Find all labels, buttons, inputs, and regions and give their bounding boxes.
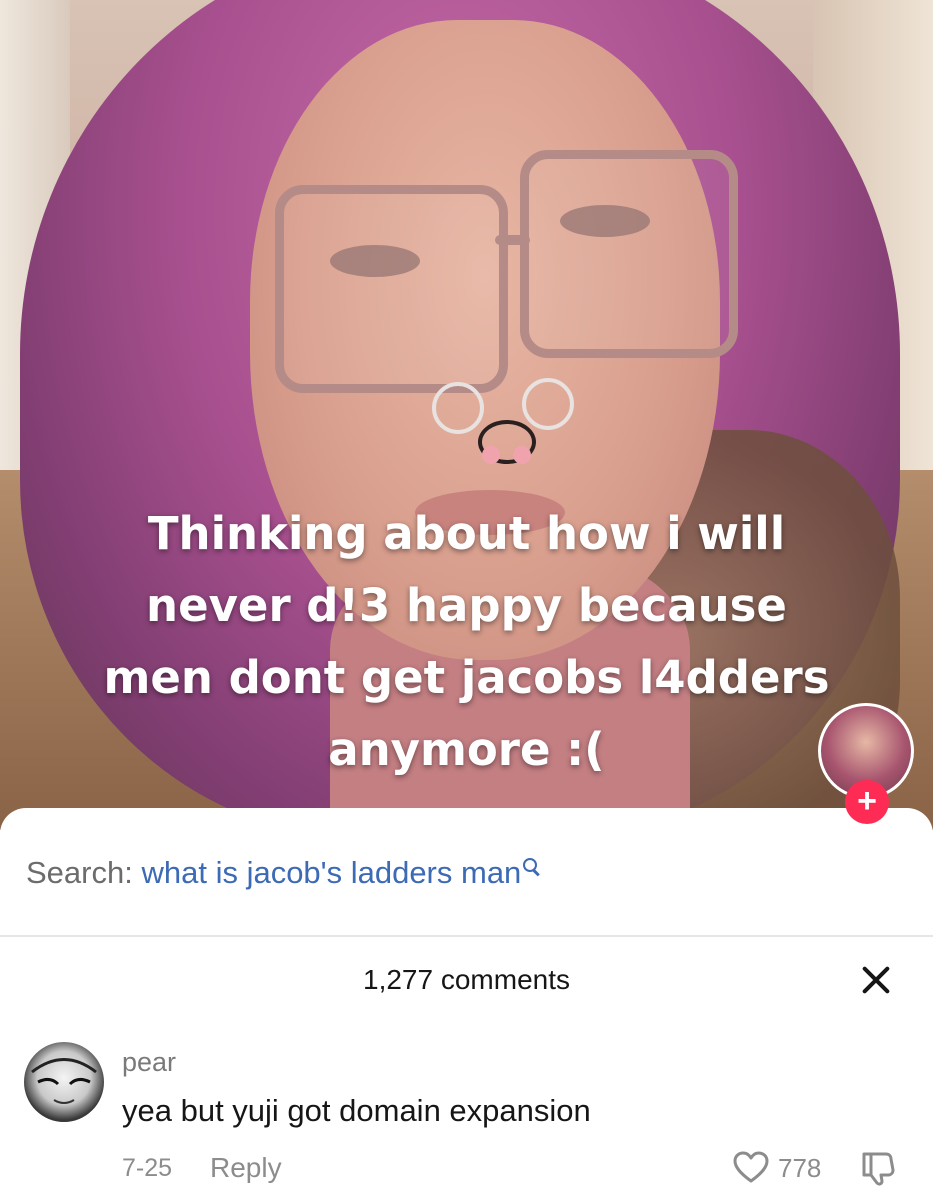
caption-line: anymore :( bbox=[328, 723, 605, 776]
dislike-icon[interactable] bbox=[858, 1148, 898, 1188]
commenter-avatar[interactable] bbox=[24, 1042, 104, 1122]
nose-ring bbox=[432, 382, 484, 434]
glasses-lens bbox=[520, 150, 738, 358]
comment-text: yea but yuji got domain expansion bbox=[122, 1093, 591, 1128]
glasses-bridge bbox=[495, 235, 530, 245]
search-label: Search: bbox=[26, 855, 133, 890]
septum-bead bbox=[513, 446, 531, 464]
reply-button[interactable]: Reply bbox=[210, 1148, 282, 1188]
comment-date: 7-25 bbox=[122, 1154, 173, 1182]
caption-line: men dont get jacobs l4dders bbox=[103, 651, 830, 704]
caption-line: never d!3 happy because bbox=[146, 579, 787, 632]
video-caption: Thinking about how i will never d!3 happ… bbox=[40, 498, 893, 786]
video-player[interactable]: Thinking about how i will never d!3 happ… bbox=[0, 0, 933, 830]
manga-face-icon bbox=[31, 1058, 97, 1104]
search-icon[interactable] bbox=[521, 856, 541, 877]
glasses-lens bbox=[275, 185, 508, 393]
like-count: 778 bbox=[778, 1153, 822, 1183]
nose-ring bbox=[522, 378, 574, 430]
search-query-link[interactable]: what is jacob's ladders man bbox=[141, 855, 521, 890]
follow-button[interactable]: + bbox=[845, 780, 889, 824]
search-suggestion[interactable]: Search: what is jacob's ladders man bbox=[26, 848, 541, 898]
caption-line: Thinking about how i will bbox=[147, 507, 786, 560]
divider bbox=[0, 935, 933, 937]
comments-count: 1,277 comments bbox=[363, 964, 570, 995]
heart-icon[interactable] bbox=[732, 1150, 770, 1184]
septum-bead bbox=[482, 446, 500, 464]
comment-username[interactable]: pear bbox=[122, 1042, 176, 1082]
close-icon[interactable] bbox=[858, 962, 894, 998]
